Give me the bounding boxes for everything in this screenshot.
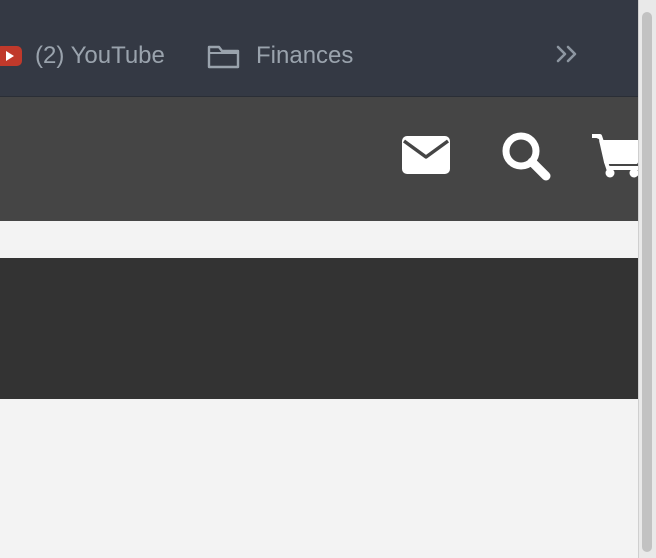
youtube-icon (0, 45, 22, 67)
bookmark-youtube-label: (2) YouTube (35, 42, 165, 69)
page-content (0, 399, 638, 558)
bookmarks-overflow-button[interactable] (553, 42, 581, 70)
hero-banner (0, 258, 638, 399)
scrollbar-thumb[interactable] (642, 12, 652, 552)
bookmarks-bar: (2) YouTube Finances (0, 0, 638, 97)
bookmark-finances[interactable]: Finances (207, 40, 353, 72)
bookmark-youtube[interactable]: (2) YouTube (0, 40, 165, 72)
reload-icon[interactable] (508, 0, 534, 6)
double-chevron-right-icon (555, 44, 579, 69)
vertical-scrollbar[interactable] (638, 0, 656, 558)
search-icon[interactable] (500, 130, 552, 182)
bookmark-finances-label: Finances (256, 42, 354, 69)
folder-icon (207, 43, 240, 69)
site-header (0, 97, 638, 221)
browser-viewport: (2) YouTube Finances (0, 0, 638, 558)
envelope-icon[interactable] (401, 135, 451, 175)
page-strip (0, 221, 638, 258)
shopping-cart-icon[interactable] (592, 132, 638, 178)
